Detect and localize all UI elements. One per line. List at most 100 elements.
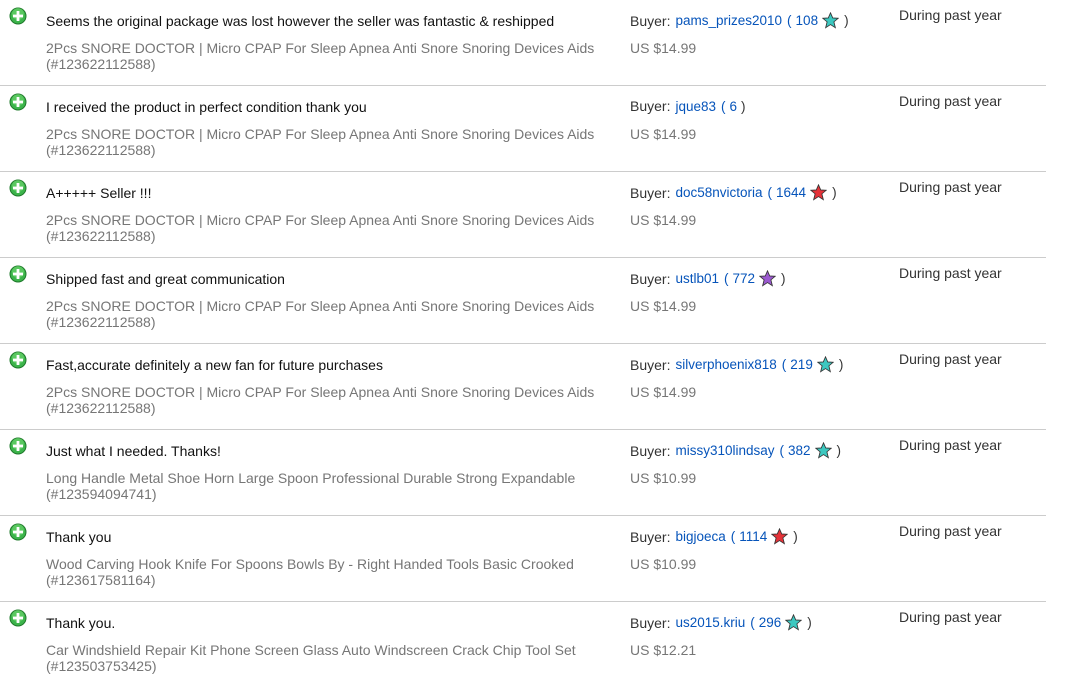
buyer-name-link[interactable]: us2015.kriu — [675, 615, 745, 630]
feedback-score-link[interactable]: 6 — [730, 99, 738, 114]
feedback-comment: Fast,accurate definitely a new fan for f… — [46, 357, 383, 373]
buyer-label: Buyer: — [630, 356, 671, 373]
feedback-comment: Shipped fast and great communication — [46, 271, 285, 287]
close-paren: ) — [741, 98, 746, 114]
positive-feedback-icon — [9, 93, 27, 111]
buyer-label: Buyer: — [630, 614, 671, 631]
buyer-name-link[interactable]: jque83 — [675, 99, 716, 114]
buyer-name-link[interactable]: silverphoenix818 — [675, 357, 776, 372]
close-paren: ) — [836, 443, 842, 458]
open-paren: ( — [721, 98, 726, 114]
positive-feedback-icon — [9, 179, 27, 197]
feedback-score-link[interactable]: 296 — [759, 615, 782, 630]
turquoise-star-icon — [822, 12, 840, 29]
item-title: Long Handle Metal Shoe Horn Large Spoon … — [46, 470, 576, 502]
feedback-score-link[interactable]: 772 — [733, 271, 756, 286]
feedback-period: During past year — [899, 265, 1002, 281]
buyer-name-link[interactable]: ustlb01 — [675, 271, 719, 286]
close-paren: ) — [807, 615, 812, 630]
feedback-row: Thank you Wood Carving Hook Knife For Spo… — [0, 516, 1046, 602]
turquoise-star-icon — [814, 442, 832, 459]
item-price: US $14.99 — [630, 298, 697, 314]
feedback-period: During past year — [899, 351, 1002, 367]
close-paren: ) — [838, 357, 844, 372]
feedback-score-link[interactable]: 1114 — [739, 529, 767, 544]
feedback-comment: Just what I needed. Thanks! — [46, 443, 221, 459]
positive-feedback-icon — [9, 351, 27, 369]
open-paren: ( — [767, 185, 773, 200]
buyer-info: Buyer: bigjoeca (1114) — [630, 528, 798, 545]
item-title: 2Pcs SNORE DOCTOR | Micro CPAP For Sleep… — [46, 212, 595, 244]
item-price: US $12.21 — [630, 642, 697, 658]
buyer-name-link[interactable]: missy310lindsay — [675, 443, 774, 458]
item-price: US $10.99 — [630, 470, 697, 486]
buyer-name-link[interactable]: doc58nvictoria — [675, 185, 762, 200]
positive-feedback-icon — [9, 265, 27, 283]
feedback-period: During past year — [899, 437, 1002, 453]
open-paren: ( — [781, 357, 787, 372]
item-title: Wood Carving Hook Knife For Spoons Bowls… — [46, 556, 574, 588]
item-price: US $14.99 — [630, 40, 697, 56]
open-paren: ( — [724, 271, 729, 286]
buyer-name-link[interactable]: pams_prizes2010 — [675, 13, 782, 28]
turquoise-star-icon — [785, 614, 803, 631]
buyer-info: Buyer: missy310lindsay (382) — [630, 442, 841, 459]
close-paren: ) — [832, 185, 837, 200]
feedback-comment: Seems the original package was lost howe… — [46, 13, 555, 29]
buyer-info: Buyer: pams_prizes2010 (108) — [630, 12, 849, 29]
feedback-row: I received the product in perfect condit… — [0, 86, 1046, 172]
buyer-name-link[interactable]: bigjoeca — [675, 529, 725, 544]
close-paren: ) — [781, 271, 786, 286]
close-paren: ) — [793, 529, 798, 544]
item-price: US $10.99 — [630, 556, 697, 572]
feedback-row: Fast,accurate definitely a new fan for f… — [0, 344, 1046, 430]
feedback-row: Shipped fast and great communication 2Pcs… — [0, 258, 1046, 344]
feedback-score-link[interactable]: 108 — [796, 13, 819, 28]
positive-feedback-icon — [9, 437, 27, 455]
feedback-score-link[interactable]: 382 — [788, 443, 811, 458]
feedback-period: During past year — [899, 7, 1002, 23]
feedback-row: A+++++ Seller !!! 2Pcs SNORE DOCTOR | Mic… — [0, 172, 1046, 258]
buyer-info: Buyer: jque83 (6) — [630, 98, 746, 114]
feedback-comment: A+++++ Seller !!! — [46, 185, 152, 201]
buyer-label: Buyer: — [630, 528, 671, 545]
red-star-icon — [810, 184, 828, 201]
red-star-icon — [771, 528, 789, 545]
item-title: 2Pcs SNORE DOCTOR | Micro CPAP For Sleep… — [46, 126, 595, 158]
feedback-comment: I received the product in perfect condit… — [46, 99, 367, 115]
open-paren: ( — [730, 529, 736, 544]
item-price: US $14.99 — [630, 126, 697, 142]
buyer-label: Buyer: — [630, 270, 671, 287]
feedback-score-link[interactable]: 1644 — [776, 185, 806, 200]
open-paren: ( — [750, 615, 755, 630]
feedback-period: During past year — [899, 609, 1002, 625]
buyer-info: Buyer: doc58nvictoria (1644) — [630, 184, 837, 201]
feedback-period: During past year — [899, 523, 1002, 539]
item-title: 2Pcs SNORE DOCTOR | Micro CPAP For Sleep… — [46, 298, 595, 330]
buyer-label: Buyer: — [630, 98, 671, 114]
feedback-comment: Thank you — [46, 529, 112, 545]
positive-feedback-icon — [9, 609, 27, 627]
close-paren: ) — [844, 13, 849, 28]
feedback-period: During past year — [899, 179, 1002, 195]
item-price: US $14.99 — [630, 212, 697, 228]
item-title: Car Windshield Repair Kit Phone Screen G… — [46, 642, 576, 674]
buyer-label: Buyer: — [630, 184, 671, 201]
buyer-label: Buyer: — [630, 442, 671, 459]
feedback-row: Just what I needed. Thanks! Long Handle M… — [0, 430, 1046, 516]
item-price: US $14.99 — [630, 384, 697, 400]
item-title: 2Pcs SNORE DOCTOR | Micro CPAP For Sleep… — [46, 384, 595, 416]
turquoise-star-icon — [816, 356, 834, 373]
open-paren: ( — [779, 443, 785, 458]
open-paren: ( — [787, 13, 792, 28]
feedback-score-link[interactable]: 219 — [790, 357, 813, 372]
feedback-row: Seems the original package was lost howe… — [0, 0, 1046, 86]
buyer-label: Buyer: — [630, 12, 671, 29]
buyer-info: Buyer: us2015.kriu (296) — [630, 614, 812, 631]
buyer-info: Buyer: silverphoenix818 (219) — [630, 356, 843, 373]
purple-star-icon — [759, 270, 777, 287]
positive-feedback-icon — [9, 523, 27, 541]
feedback-row: Thank you. Car Windshield Repair Kit Phon… — [0, 602, 1046, 688]
buyer-info: Buyer: ustlb01 (772) — [630, 270, 786, 287]
item-title: 2Pcs SNORE DOCTOR | Micro CPAP For Sleep… — [46, 40, 595, 72]
